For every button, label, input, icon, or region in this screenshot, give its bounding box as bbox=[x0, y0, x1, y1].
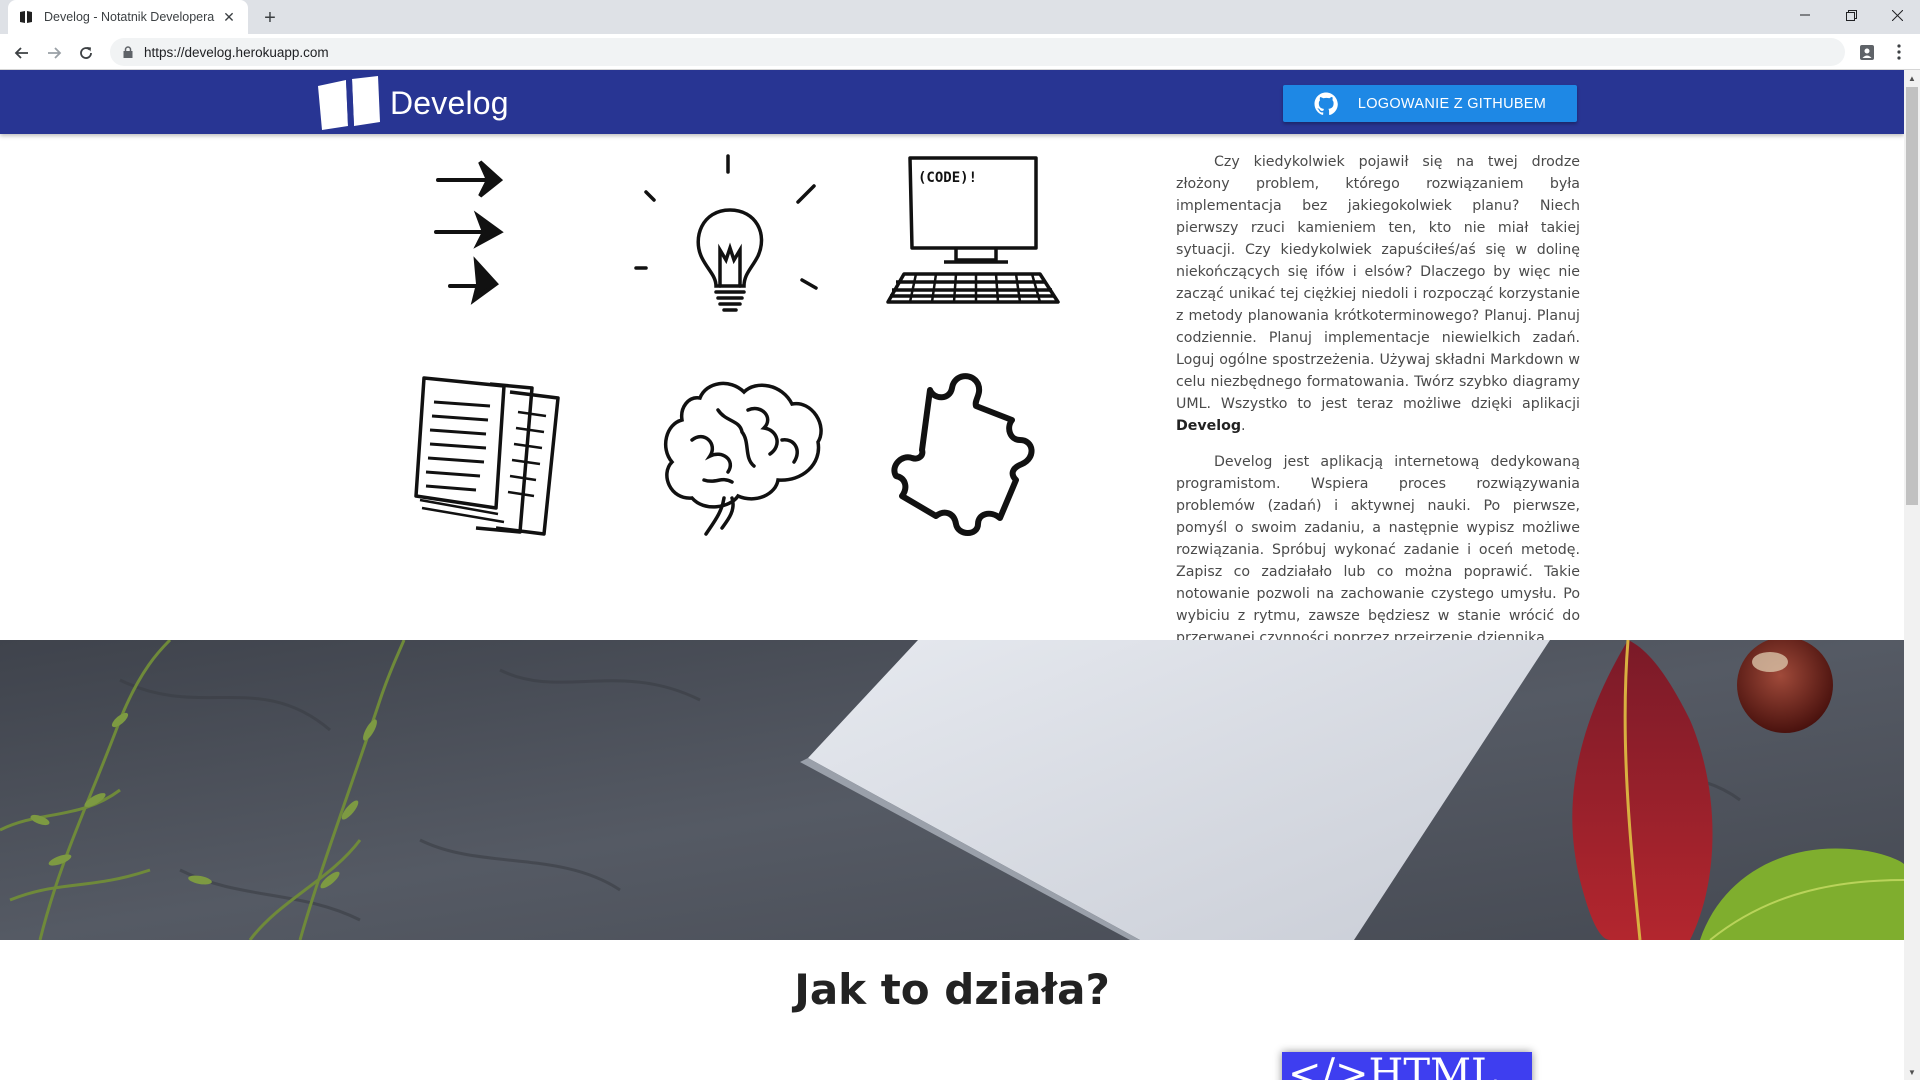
address-bar[interactable]: https://develog.herokuapp.com bbox=[110, 38, 1845, 66]
page-viewport: Develog LOGOWANIE Z GITHUBEM (CODE)! Czy… bbox=[0, 70, 1904, 1080]
back-icon[interactable] bbox=[9, 40, 35, 66]
documents-icon bbox=[414, 372, 564, 538]
lock-icon bbox=[122, 45, 134, 59]
intro-paragraph-1: Czy kiedykolwiek pojawił się na twej dro… bbox=[1176, 154, 1580, 434]
page-scrollbar[interactable]: ▲ ▼ bbox=[1904, 70, 1920, 1080]
browser-toolbar: https://develog.herokuapp.com bbox=[0, 34, 1920, 70]
tab-close-icon[interactable]: ✕ bbox=[220, 8, 238, 26]
restore-icon[interactable] bbox=[1828, 0, 1874, 30]
develog-favicon-icon bbox=[18, 9, 34, 25]
url-text: https://develog.herokuapp.com bbox=[144, 44, 329, 60]
browser-tab[interactable]: Develog - Notatnik Developera ✕ bbox=[8, 0, 248, 34]
computer-icon: (CODE)! bbox=[886, 152, 1062, 320]
html-badge: </>HTML bbox=[1282, 1052, 1532, 1080]
develog-logo-icon bbox=[318, 76, 380, 130]
minimize-icon[interactable] bbox=[1782, 0, 1828, 30]
github-login-button[interactable]: LOGOWANIE Z GITHUBEM bbox=[1283, 85, 1577, 122]
site-header: Develog LOGOWANIE Z GITHUBEM bbox=[0, 70, 1904, 134]
brain-icon bbox=[652, 370, 832, 538]
intro-text: Czy kiedykolwiek pojawił się na twej dro… bbox=[1176, 151, 1580, 663]
reload-icon[interactable] bbox=[73, 40, 99, 66]
scroll-up-icon[interactable]: ▲ bbox=[1904, 70, 1920, 86]
brand[interactable]: Develog bbox=[316, 76, 509, 130]
svg-text:(CODE)!: (CODE)! bbox=[918, 170, 977, 186]
browser-tab-strip: Develog - Notatnik Developera ✕ + bbox=[0, 0, 1920, 34]
scroll-down-icon[interactable]: ▼ bbox=[1904, 1064, 1920, 1080]
github-login-label: LOGOWANIE Z GITHUBEM bbox=[1357, 95, 1547, 112]
intro-brand: Develog bbox=[1176, 418, 1242, 434]
menu-dots-icon[interactable] bbox=[1888, 41, 1910, 63]
github-icon bbox=[1314, 92, 1338, 115]
brand-name: Develog bbox=[390, 84, 509, 121]
scrollbar-thumb[interactable] bbox=[1906, 87, 1918, 505]
how-it-works-title: Jak to działa? bbox=[794, 965, 1110, 1014]
puzzle-icon bbox=[890, 370, 1036, 538]
forward-icon[interactable] bbox=[41, 40, 67, 66]
close-window-icon[interactable] bbox=[1874, 0, 1920, 30]
lightbulb-icon bbox=[630, 150, 820, 320]
intro-paragraph-2: Develog jest aplikacją internetową dedyk… bbox=[1176, 454, 1580, 646]
hero-photo-illustration bbox=[0, 640, 1904, 940]
hero-photo bbox=[0, 640, 1904, 940]
new-tab-icon[interactable]: + bbox=[258, 6, 282, 30]
arrows-icon bbox=[418, 150, 528, 310]
tab-title: Develog - Notatnik Developera bbox=[44, 10, 215, 24]
profile-icon[interactable] bbox=[1856, 41, 1878, 63]
